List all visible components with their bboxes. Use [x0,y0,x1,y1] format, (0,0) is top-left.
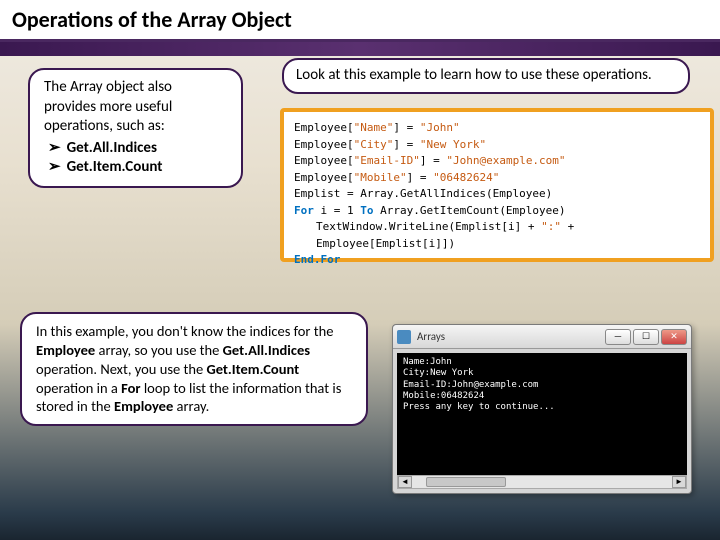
code-line: TextWindow.WriteLine(Emplist[i] + ":" + … [294,219,700,252]
horizontal-scrollbar[interactable]: ◄ ► [397,475,687,489]
list-item: ➢ Get.All.Indices [44,139,227,159]
code-line: Employee["Name"] = "John" [294,120,700,137]
code-line: End.For [294,252,700,269]
intro-box: The Array object also provides more usef… [28,68,243,188]
scrollbar-thumb[interactable] [426,477,506,487]
console-output: Name:John City:New York Email-ID:John@ex… [397,353,687,475]
slide-content: The Array object also provides more usef… [0,56,720,84]
operations-list: ➢ Get.All.Indices ➢ Get.Item.Count [44,139,227,178]
operation-name: Get.Item.Count [67,158,163,176]
code-line: Emplist = Array.GetAllIndices(Employee) [294,186,700,203]
code-line: For i = 1 To Array.GetItemCount(Employee… [294,203,700,220]
scroll-right-icon[interactable]: ► [672,476,686,488]
bullet-arrow-icon: ➢ [48,158,61,176]
hint-text: Look at this example to learn how to use… [296,66,652,84]
minimize-button[interactable]: — [605,329,631,345]
operation-name: Get.All.Indices [67,139,157,157]
bullet-arrow-icon: ➢ [48,139,61,157]
close-button[interactable]: ✕ [661,329,687,345]
list-item: ➢ Get.Item.Count [44,158,227,178]
window-title: Arrays [417,330,603,343]
maximize-button[interactable]: ☐ [633,329,659,345]
intro-text: The Array object also provides more usef… [44,78,227,137]
explanation-box: In this example, you don't know the indi… [20,312,368,426]
code-panel: Employee["Name"] = "John" Employee["City… [280,108,714,262]
page-title: Operations of the Array Object [12,6,708,33]
scroll-left-icon[interactable]: ◄ [398,476,412,488]
code-line: Employee["City"] = "New York" [294,137,700,154]
example-hint-box: Look at this example to learn how to use… [282,58,690,94]
slide-header: Operations of the Array Object [0,0,720,42]
code-line: Employee["Email-ID"] = "John@example.com… [294,153,700,170]
window-titlebar[interactable]: Arrays — ☐ ✕ [393,325,691,349]
app-icon [397,330,411,344]
code-line: Employee["Mobile"] = "06482624" [294,170,700,187]
console-window: Arrays — ☐ ✕ Name:John City:New York Ema… [392,324,692,494]
header-accent-bar [0,42,720,56]
